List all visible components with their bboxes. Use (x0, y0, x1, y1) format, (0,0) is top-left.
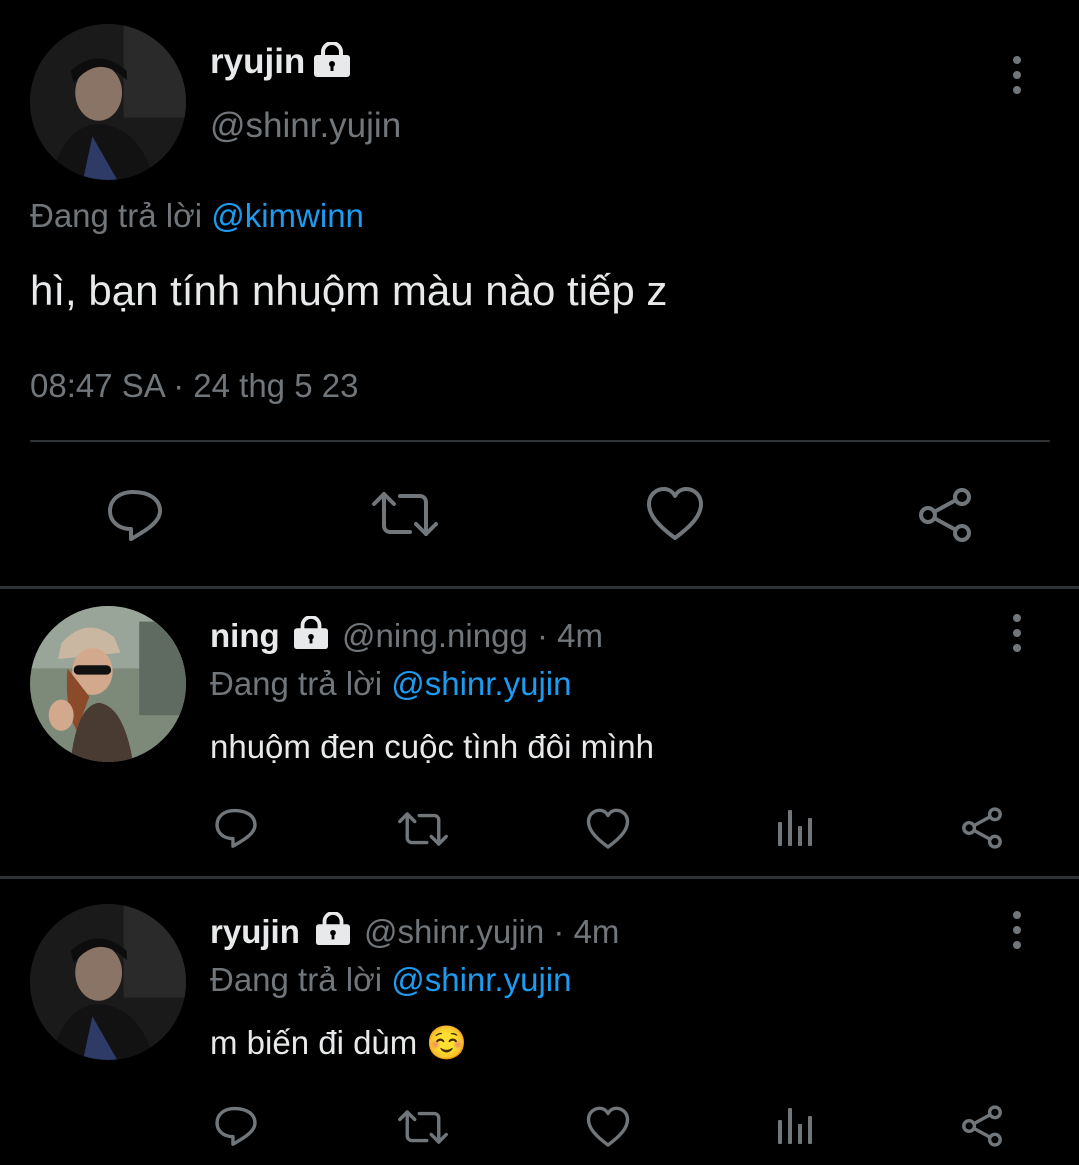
tweet-text: nhuộm đen cuộc tình đôi mình (210, 728, 654, 765)
more-vertical-icon[interactable] (1012, 911, 1022, 949)
handle-time[interactable]: @shinr.yujin · 4m (364, 912, 619, 952)
avatar[interactable] (30, 606, 186, 762)
avatar[interactable] (30, 24, 186, 180)
avatar[interactable] (30, 904, 186, 1060)
replying-to-line: Đang trả lời @kimwinn (30, 196, 364, 236)
replying-prefix: Đang trả lời (210, 961, 383, 998)
reply-icon[interactable] (106, 486, 164, 544)
section-divider (0, 586, 1079, 589)
divider (30, 440, 1050, 442)
share-icon[interactable] (916, 486, 974, 544)
handle[interactable]: @shinr.yujin (210, 106, 401, 146)
more-vertical-icon[interactable] (1012, 56, 1022, 94)
section-divider (0, 876, 1079, 879)
analytics-icon[interactable] (776, 1106, 816, 1146)
replying-to-line: Đang trả lời @shinr.yujin (210, 664, 571, 704)
more-vertical-icon[interactable] (1012, 614, 1022, 652)
replying-prefix: Đang trả lời (210, 665, 383, 702)
share-icon[interactable] (960, 1104, 1004, 1148)
display-name[interactable]: ning (210, 616, 280, 656)
replying-to-link[interactable]: @shinr.yujin (391, 961, 571, 998)
lock-icon (314, 911, 352, 946)
heart-icon[interactable] (586, 808, 630, 850)
analytics-icon[interactable] (776, 808, 816, 848)
timestamp[interactable]: 08:47 SA · 24 thg 5 23 (30, 366, 358, 406)
lock-icon (312, 41, 352, 78)
share-icon[interactable] (960, 806, 1004, 850)
handle-time[interactable]: @ning.ningg · 4m (342, 616, 603, 656)
heart-icon[interactable] (586, 1106, 630, 1148)
reply-icon[interactable] (214, 806, 258, 850)
replying-prefix: Đang trả lời (30, 197, 203, 234)
avatar-image (30, 606, 186, 762)
replying-to-line: Đang trả lời @shinr.yujin (210, 960, 571, 1000)
tweet-text: hì, bạn tính nhuộm màu nào tiếp z (30, 267, 668, 314)
replying-to-link[interactable]: @kimwinn (211, 197, 364, 234)
retweet-icon[interactable] (396, 808, 450, 850)
display-name[interactable]: ryujin (210, 42, 305, 82)
replying-to-link[interactable]: @shinr.yujin (391, 665, 571, 702)
retweet-icon[interactable] (370, 486, 440, 542)
tweet-text: m biến đi dùm ☺️ (210, 1024, 468, 1061)
display-name[interactable]: ryujin (210, 912, 300, 952)
retweet-icon[interactable] (396, 1106, 450, 1148)
heart-icon[interactable] (646, 486, 704, 542)
lock-icon (292, 615, 330, 650)
avatar-image (30, 24, 186, 180)
avatar-image (30, 904, 186, 1060)
reply-icon[interactable] (214, 1104, 258, 1148)
